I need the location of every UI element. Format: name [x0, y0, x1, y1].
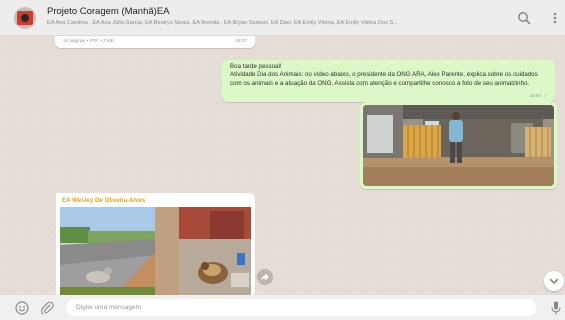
message-input[interactable] [66, 299, 536, 316]
message-composer [0, 295, 565, 320]
sender-name[interactable]: EA Wesley De Oliveira Alves [62, 197, 145, 204]
message-time: 15:50 [529, 93, 542, 98]
incoming-image-message[interactable]: EA Wesley De Oliveira Alves [56, 193, 255, 295]
document-message[interactable]: 18 páginas • PDF • 3 MB 08:07 [55, 36, 255, 48]
kebab-menu-icon[interactable] [547, 10, 563, 26]
group-participants: EA Ana Carolina , EA Ana Júlia Garcia, E… [47, 20, 398, 26]
message-meta: 15:50 ✓ [530, 93, 547, 99]
search-icon[interactable] [516, 10, 532, 26]
paperclip-icon[interactable] [39, 300, 55, 316]
outgoing-image-message[interactable] [360, 102, 557, 189]
microphone-icon[interactable] [549, 300, 563, 316]
video-thumbnail[interactable] [363, 105, 554, 186]
image-thumbnail[interactable] [60, 207, 251, 295]
scroll-down-button[interactable] [544, 271, 564, 291]
message-time: 08:07 [235, 38, 248, 43]
outgoing-message[interactable]: Boa tarde pessoal! Atividade Dia dos Ani… [222, 60, 555, 102]
document-meta: 18 páginas • PDF • 3 MB [63, 38, 114, 43]
message-text: Boa tarde pessoal! Atividade Dia dos Ani… [230, 63, 538, 87]
emoji-icon[interactable] [14, 300, 30, 316]
message-list[interactable]: 18 páginas • PDF • 3 MB 08:07 Boa tarde … [0, 36, 565, 295]
group-title[interactable]: Projeto Coragem (Manhã)EA [47, 6, 170, 17]
read-receipt-icon: ✓ [543, 93, 547, 98]
chat-header[interactable]: Projeto Coragem (Manhã)EA EA Ana Carolin… [0, 0, 565, 36]
group-avatar[interactable] [14, 7, 36, 29]
forward-icon[interactable] [257, 269, 273, 285]
